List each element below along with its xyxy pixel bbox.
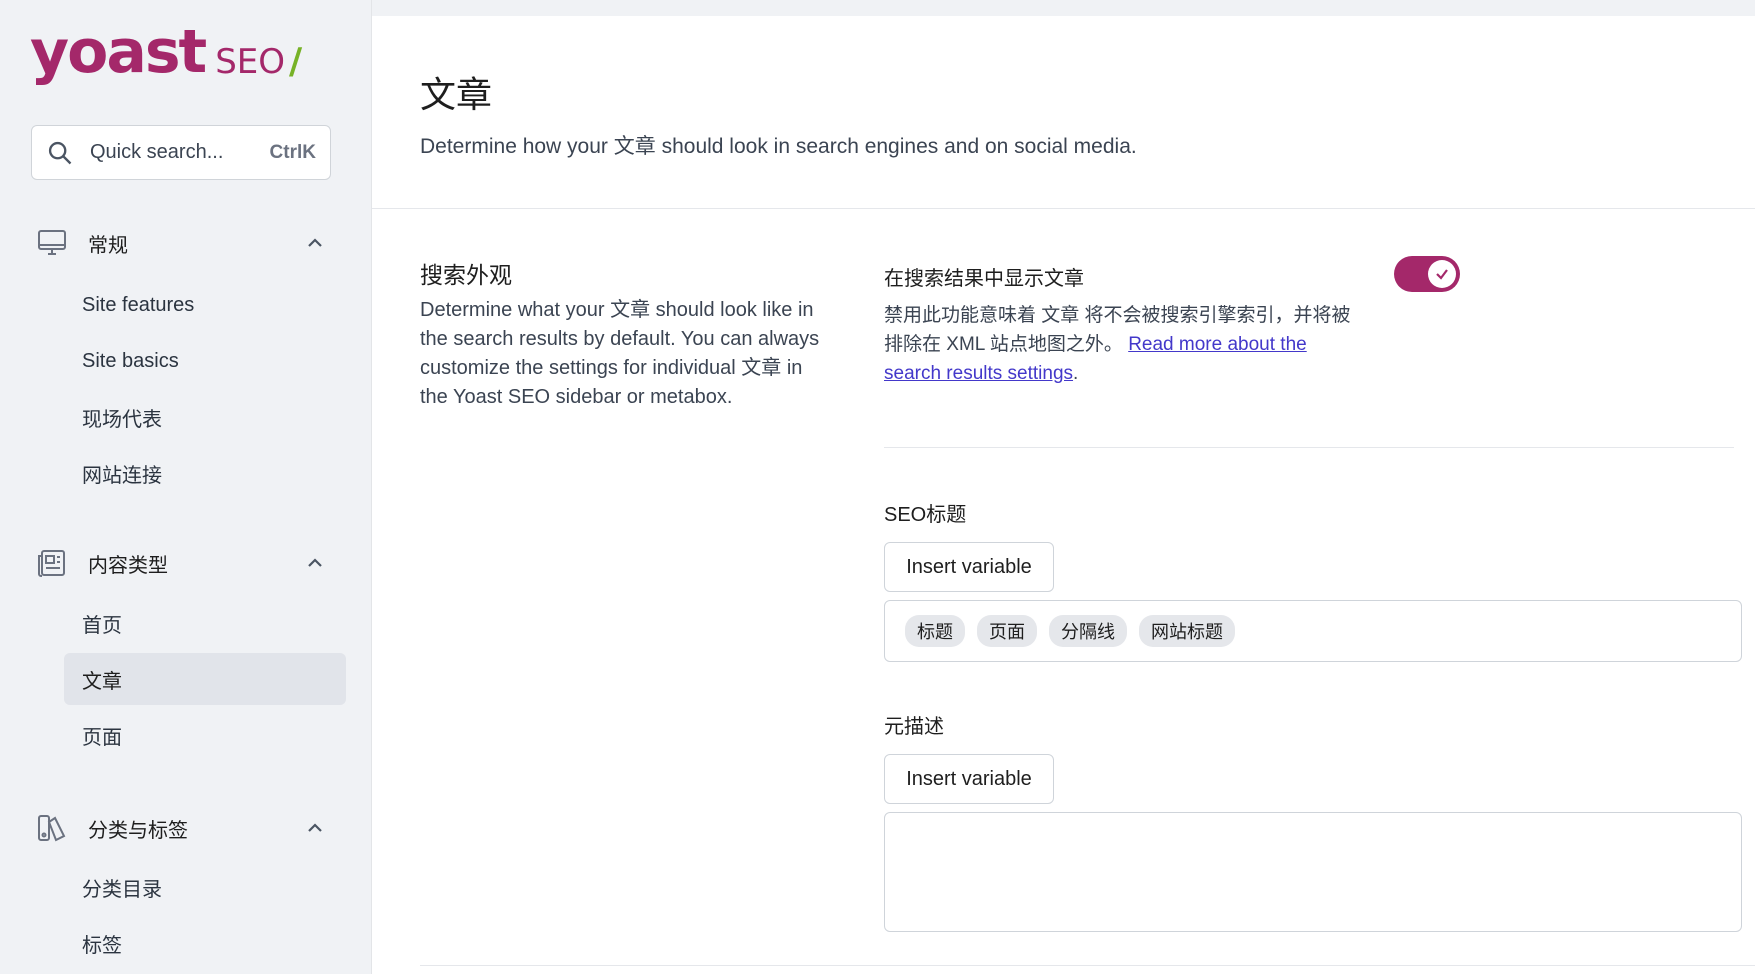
sidebar: yoast SEO / Quick search... CtrlK 常规 Sit… [0,0,372,974]
nav-group-content-types: 内容类型 [0,538,372,588]
show-in-search-toggle[interactable] [1394,256,1460,292]
seo-title-insert-variable-button[interactable]: Insert variable [884,542,1054,592]
meta-description-insert-variable-button[interactable]: Insert variable [884,754,1054,804]
chevron-up-icon [308,558,322,567]
content-types-icon [38,550,65,577]
section-description: Determine what your 文章 should look like … [420,299,820,408]
search-icon [48,141,72,164]
variable-chip-page[interactable]: 页面 [977,615,1037,647]
show-in-search-label: 在搜索结果中显示文章 [884,268,1084,290]
sidebar-item-categories[interactable]: 分类目录 [64,861,346,913]
page-title: 文章 [420,74,493,115]
header-divider [372,208,1755,209]
yoast-seo-logo[interactable]: yoast SEO / [30,14,302,84]
sidebar-item-site-basics[interactable]: Site basics [64,335,346,387]
nav-group-label: 常规 [88,234,128,257]
logo-wordmark: yoast [30,17,207,87]
nav-group-toggle-general[interactable]: 常规 [0,218,372,268]
seo-title-editor[interactable]: 标题 页面 分隔线 网站标题 [884,600,1742,662]
meta-description-label: 元描述 [884,716,944,738]
variable-chip-title[interactable]: 标题 [905,615,965,647]
nav-group-toggle-categories-tags[interactable]: 分类与标签 [0,803,372,853]
sidebar-item-posts[interactable]: 文章 [64,653,346,705]
sidebar-item-label: 网站连接 [82,464,162,487]
seo-title-chips: 标题 页面 分隔线 网站标题 [885,601,1741,661]
search-shortcut: CtrlK [269,141,316,163]
monitor-icon [38,230,66,255]
variable-chip-site-title[interactable]: 网站标题 [1139,615,1235,647]
sidebar-item-label: 分类目录 [82,878,162,901]
sidebar-item-label: 页面 [82,726,122,749]
logo-product: SEO [215,42,286,82]
sidebar-item-label: Site basics [82,349,179,372]
nav-group-general: 常规 [0,218,372,268]
check-icon [1436,269,1448,280]
search-placeholder: Quick search... [90,141,224,163]
logo-slash: / [289,41,303,82]
section-divider [420,965,1755,966]
categories-tags-icon [38,815,66,842]
show-in-search-description: 禁用此功能意味着 文章 将不会被搜索引擎索引，并将被排除在 XML 站点地图之外… [884,301,1364,388]
sidebar-item-label: 文章 [82,670,122,693]
sidebar-item-label: 首页 [82,614,122,637]
toggle-knob [1428,260,1456,288]
field-divider [884,447,1734,448]
chevron-up-icon [308,823,322,832]
sidebar-item-homepage[interactable]: 首页 [64,597,346,649]
meta-description-editor[interactable] [884,812,1742,932]
sidebar-item-label: Site features [82,293,195,316]
nav-group-categories-tags: 分类与标签 [0,803,372,853]
link-suffix: . [1073,363,1079,384]
nav-group-label: 内容类型 [88,554,168,577]
quick-search-input[interactable]: Quick search... CtrlK [31,125,331,180]
section-title: 搜索外观 [420,262,512,288]
main-panel: 文章 Determine how your 文章 should look in … [372,16,1755,974]
nav-group-toggle-content-types[interactable]: 内容类型 [0,538,372,588]
chevron-up-icon [308,238,322,247]
sidebar-item-label: 现场代表 [82,408,162,431]
sidebar-item-label: 标签 [82,934,122,957]
nav-group-label: 分类与标签 [88,819,188,842]
sidebar-item-site-representation[interactable]: 现场代表 [64,391,346,443]
seo-title-label: SEO标题 [884,504,967,526]
sidebar-item-pages[interactable]: 页面 [64,709,346,761]
page-description: Determine how your 文章 should look in sea… [420,135,1137,158]
sidebar-item-tags[interactable]: 标签 [64,917,346,969]
sidebar-item-site-features[interactable]: Site features [64,279,346,331]
variable-chip-separator[interactable]: 分隔线 [1049,615,1127,647]
sidebar-item-site-connections[interactable]: 网站连接 [64,447,346,499]
